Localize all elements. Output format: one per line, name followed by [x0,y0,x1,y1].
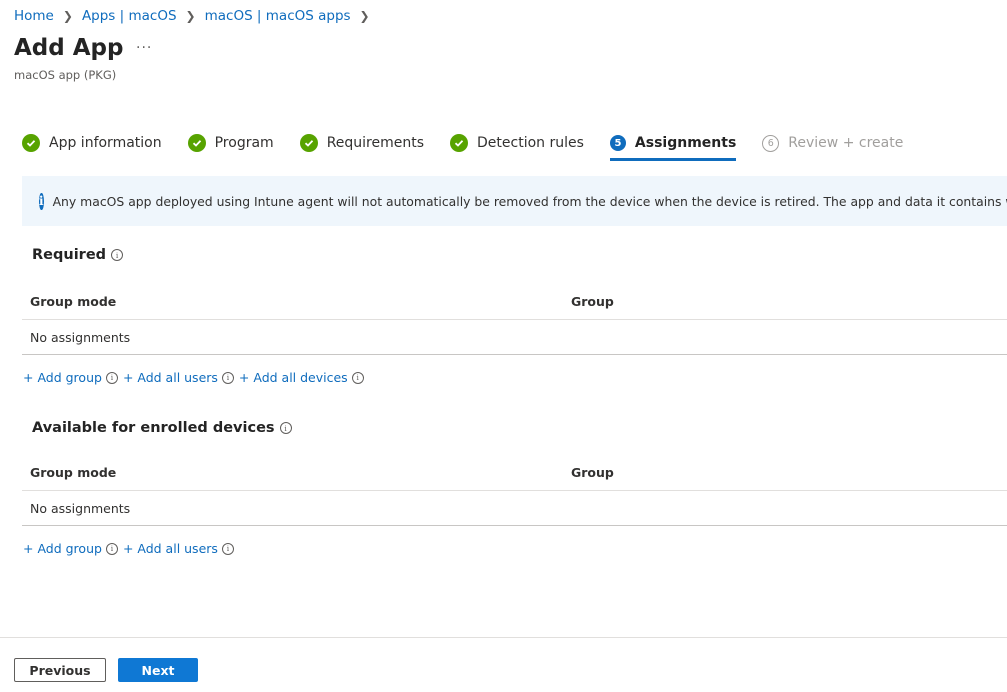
section-title-text: Required [32,247,107,263]
step-label: Assignments [634,135,737,151]
table-header: Group mode Group [22,454,1007,491]
banner-text: Any macOS app deployed using Intune agen… [52,193,1007,209]
info-icon[interactable]: i [351,371,364,384]
step-label: Review + create [788,135,904,151]
breadcrumb-apps-macos[interactable]: Apps | macOS [82,8,177,24]
step-review-create[interactable]: 6 Review + create [762,128,903,158]
step-label: Program [214,135,274,151]
add-all-users-link[interactable]: + Add all users [123,541,218,556]
info-icon[interactable]: i [221,371,234,384]
table-header: Group mode Group [22,283,1007,320]
checkmark-icon [187,134,206,152]
chevron-right-icon: ❯ [185,9,196,23]
step-app-information[interactable]: App information [22,128,162,158]
previous-button[interactable]: Previous [14,658,106,682]
chevron-right-icon: ❯ [62,9,73,23]
info-icon[interactable]: i [105,371,118,384]
info-icon[interactable]: i [105,542,118,555]
page-title: Add App [14,35,124,61]
step-program[interactable]: Program [187,128,274,158]
wizard-steps: App information Program Requirements Det… [22,128,929,161]
add-group-link[interactable]: + Add group [23,370,102,385]
step-number-icon: 6 [762,134,780,152]
footer-divider [0,637,1007,638]
empty-text: No assignments [30,329,131,345]
required-actions: + Add group i + Add all users i + Add al… [23,370,369,385]
info-icon[interactable]: i [221,542,234,555]
step-detection-rules[interactable]: Detection rules [450,128,584,158]
column-header-group[interactable]: Group [571,294,1007,309]
table-row: No assignments [22,491,1007,526]
section-title-available: Available for enrolled devices i [32,420,292,436]
info-icon[interactable]: i [279,422,292,434]
add-group-link[interactable]: + Add group [23,541,102,556]
column-header-group-mode[interactable]: Group mode [22,294,571,309]
step-label: Detection rules [477,135,584,151]
checkmark-icon [299,134,318,152]
info-icon[interactable]: i [111,249,124,261]
breadcrumb: Home ❯ Apps | macOS ❯ macOS | macOS apps… [14,8,379,24]
breadcrumb-home[interactable]: Home [14,8,54,24]
checkmark-icon [450,134,469,152]
empty-text: No assignments [30,500,131,516]
step-requirements[interactable]: Requirements [299,128,425,158]
info-icon: i [39,192,44,210]
step-label: App information [49,135,162,151]
available-actions: + Add group i + Add all users i [23,541,239,556]
page-subtitle: macOS app (PKG) [14,68,117,82]
add-all-users-link[interactable]: + Add all users [123,370,218,385]
step-label: Requirements [326,135,425,151]
section-title-required: Required i [32,247,124,263]
add-all-devices-link[interactable]: + Add all devices [239,370,348,385]
table-row: No assignments [22,320,1007,355]
info-banner: i Any macOS app deployed using Intune ag… [22,176,1007,226]
breadcrumb-macos-apps[interactable]: macOS | macOS apps [205,8,351,24]
step-number-icon: 5 [609,135,626,151]
step-assignments[interactable]: 5 Assignments [609,128,737,161]
column-header-group[interactable]: Group [571,465,1007,480]
available-assignments-table: Group mode Group No assignments [22,454,1007,526]
column-header-group-mode[interactable]: Group mode [22,465,571,480]
chevron-right-icon: ❯ [359,9,370,23]
section-title-text: Available for enrolled devices [32,420,275,436]
required-assignments-table: Group mode Group No assignments [22,283,1007,355]
more-options-button[interactable]: ··· [136,40,152,56]
next-button[interactable]: Next [118,658,198,682]
checkmark-icon [22,134,40,152]
